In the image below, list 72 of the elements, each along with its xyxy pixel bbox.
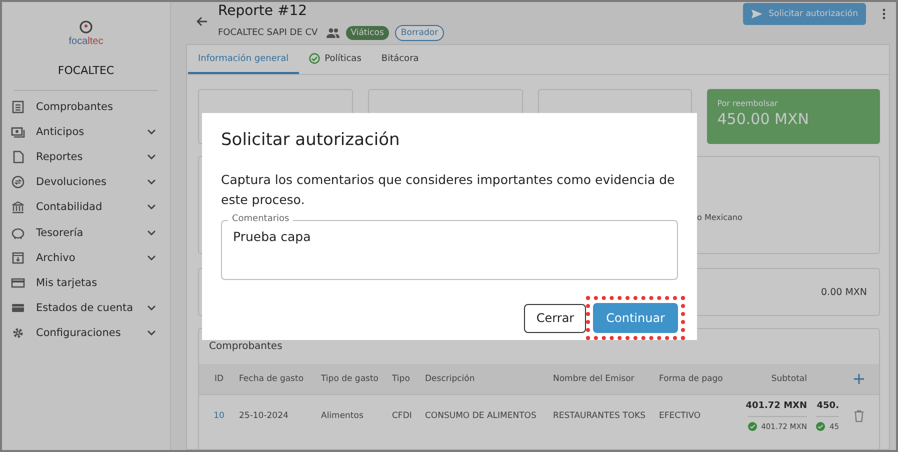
tab[interactable]: Políticas: [298, 45, 372, 74]
check-circle-icon: [816, 422, 826, 431]
sidebar-item[interactable]: Configuraciones: [2, 320, 170, 346]
people-icon: [326, 28, 340, 38]
menu-icon: [11, 250, 25, 265]
sidebar-item[interactable]: Comprobantes: [2, 94, 170, 120]
status-tag: Borrador: [394, 25, 444, 41]
stat-amount: 450.00 MXN: [717, 110, 810, 128]
column-header: ID: [213, 374, 225, 384]
menu-icon: [11, 326, 25, 340]
tab[interactable]: Bitácora: [371, 45, 429, 74]
table-cell-text: RESTAURANTES TOKS: [553, 411, 646, 421]
send-icon: [750, 9, 763, 19]
info-text: o Mexicano: [697, 213, 742, 222]
sidebar-label: Reportes: [36, 150, 84, 163]
sidebar-label: Mis tarjetas: [36, 276, 98, 289]
sidebar-label: Configuraciones: [36, 327, 122, 340]
dialog-message: Captura los comentarios que consideres importantes como evidencia de este proceso.: [221, 171, 676, 209]
sidebar-label: Archivo: [36, 252, 76, 264]
sidebar-label: Devoluciones: [36, 176, 108, 188]
sidebar-item[interactable]: Anticipos: [2, 119, 170, 144]
column-header: Subtotal: [771, 374, 807, 384]
comments-field[interactable]: Comentarios Prueba capa: [221, 213, 678, 280]
menu-icon: [11, 276, 25, 290]
check-circle-icon: [308, 53, 320, 64]
table-cell-text: CFDI: [392, 411, 413, 421]
trash-icon[interactable]: [854, 410, 864, 422]
menu-icon: [11, 226, 25, 240]
company-name: FOCALTEC: [56, 64, 116, 77]
company-label: FOCALTEC SAPI DE CV: [218, 28, 318, 38]
column-header: Forma de pago: [659, 374, 724, 384]
dialog-title: Solicitar autorización: [221, 130, 401, 150]
report-title: Reporte #12: [218, 3, 308, 19]
column-header: Nombre del Emisor: [553, 374, 636, 384]
column-header: Tipo de gasto: [321, 374, 380, 384]
total-amount: 0.00 MXN: [821, 286, 867, 298]
add-icon[interactable]: [854, 374, 864, 384]
table-cell: 401.72 MXN: [746, 401, 807, 411]
menu-icon: [11, 124, 25, 139]
sidebar-item[interactable]: Estados de cuenta: [2, 296, 170, 321]
sidebar-item[interactable]: Reportes: [2, 144, 170, 170]
sidebar-item[interactable]: Devoluciones: [2, 170, 170, 195]
table-cell-text: CONSUMO DE ALIMENTOS: [425, 411, 538, 421]
sidebar-label: Estados de cuenta: [36, 302, 134, 314]
menu-icon: [11, 150, 25, 164]
check-circle-icon: [748, 422, 758, 431]
logo-icon: [79, 20, 93, 34]
close-button[interactable]: Cerrar: [524, 304, 586, 332]
sidebar-item[interactable]: Tesorería: [2, 220, 170, 246]
menu-icon: [11, 100, 25, 114]
menu-icon: [11, 175, 25, 190]
column-header: Fecha de gasto: [239, 374, 305, 384]
more-options-icon[interactable]: [882, 8, 886, 20]
sidebar-label: Contabilidad: [36, 201, 104, 214]
menu-icon: [11, 200, 25, 214]
back-arrow-icon[interactable]: [196, 16, 208, 26]
table-cell-text: 25-10-2024: [239, 411, 290, 421]
logo-text: focaltec: [68, 36, 104, 47]
section-title: Comprobantes: [208, 340, 284, 354]
sidebar-label: Anticipos: [36, 126, 86, 138]
stat-label: Por reembolsar: [717, 99, 779, 108]
column-header: Tipo: [392, 374, 411, 384]
table-cell: 450.: [816, 401, 839, 411]
sidebar-label: Tesorería: [36, 226, 84, 239]
sidebar-item[interactable]: Archivo: [2, 245, 170, 270]
table-cell-text: Alimentos: [321, 411, 364, 421]
status-tag: Viáticos: [346, 26, 389, 40]
table-cell-text: EFECTIVO: [659, 411, 702, 421]
column-header: Descripción: [425, 374, 476, 384]
sidebar-item[interactable]: Mis tarjetas: [2, 270, 170, 296]
sidebar-item[interactable]: Contabilidad: [2, 194, 170, 220]
sidebar-label: Comprobantes: [36, 100, 114, 113]
